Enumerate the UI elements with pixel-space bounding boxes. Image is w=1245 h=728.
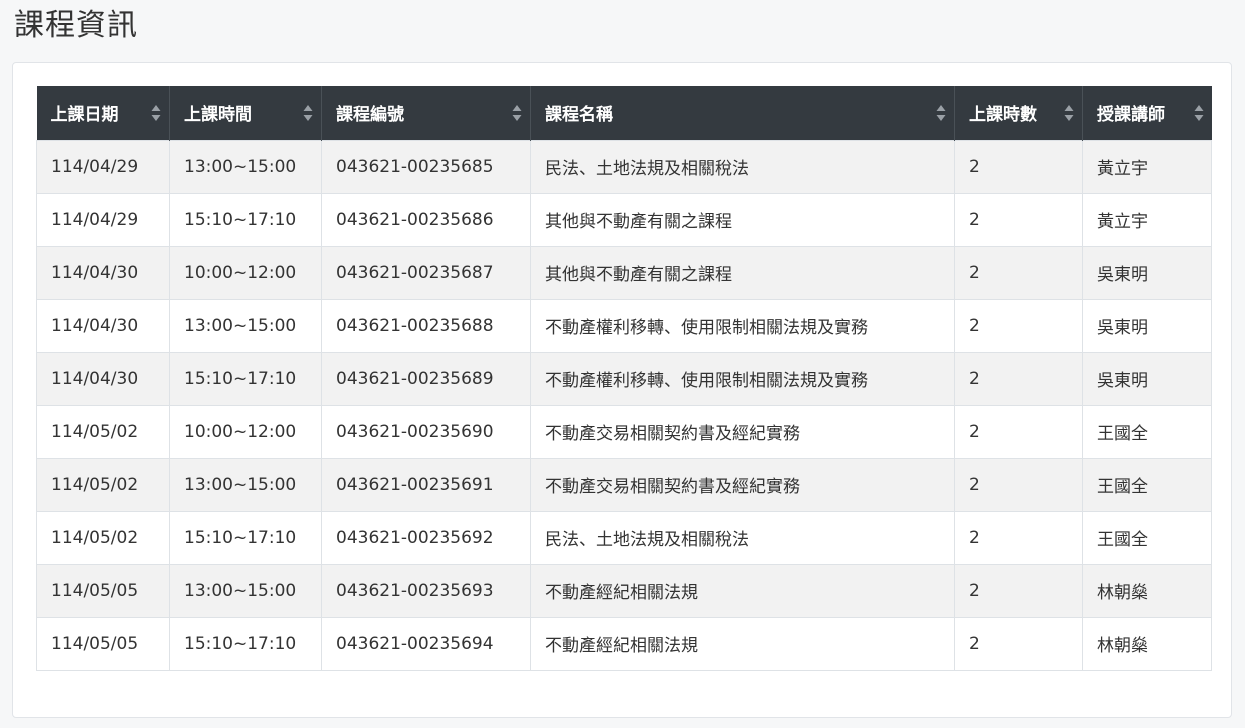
cell-date: 114/04/29 xyxy=(36,192,170,247)
cell-time: 15:10~17:10 xyxy=(169,351,322,406)
cell-course-name: 不動產經紀相關法規 xyxy=(530,616,955,671)
cell-hours: 2 xyxy=(954,351,1083,406)
column-header-label: 課程編號 xyxy=(336,105,404,126)
course-table: 上課日期 上課時間 課程編號 課程名稱 上課時數 授課講師 114/04/29 … xyxy=(36,86,1212,671)
cell-instructor: 王國全 xyxy=(1082,404,1212,459)
cell-course-id: 043621-00235688 xyxy=(321,298,531,353)
cell-course-id: 043621-00235689 xyxy=(321,351,531,406)
cell-course-name: 其他與不動產有關之課程 xyxy=(530,245,955,300)
table-row: 114/05/02 13:00~15:00 043621-00235691 不動… xyxy=(36,457,1212,512)
cell-hours: 2 xyxy=(954,563,1083,618)
cell-time: 10:00~12:00 xyxy=(169,404,322,459)
table-row: 114/04/29 15:10~17:10 043621-00235686 其他… xyxy=(36,192,1212,247)
cell-course-id: 043621-00235685 xyxy=(321,139,531,194)
column-header-time[interactable]: 上課時間 xyxy=(169,86,322,140)
table-row: 114/05/05 13:00~15:00 043621-00235693 不動… xyxy=(36,563,1212,618)
column-header-label: 上課時間 xyxy=(184,105,252,126)
sort-icon[interactable] xyxy=(1064,103,1074,123)
cell-date: 114/04/29 xyxy=(36,139,170,194)
cell-time: 13:00~15:00 xyxy=(169,457,322,512)
sort-icon[interactable] xyxy=(936,103,946,123)
cell-hours: 2 xyxy=(954,245,1083,300)
cell-time: 10:00~12:00 xyxy=(169,245,322,300)
cell-hours: 2 xyxy=(954,616,1083,671)
cell-instructor: 林朝燊 xyxy=(1082,563,1212,618)
sort-icon[interactable] xyxy=(151,103,161,123)
column-header-course-id[interactable]: 課程編號 xyxy=(321,86,531,140)
cell-date: 114/05/02 xyxy=(36,510,170,565)
cell-date: 114/05/05 xyxy=(36,563,170,618)
cell-instructor: 王國全 xyxy=(1082,457,1212,512)
cell-course-name: 不動產交易相關契約書及經紀實務 xyxy=(530,457,955,512)
cell-course-id: 043621-00235693 xyxy=(321,563,531,618)
cell-instructor: 吳東明 xyxy=(1082,351,1212,406)
cell-date: 114/05/02 xyxy=(36,457,170,512)
cell-course-id: 043621-00235687 xyxy=(321,245,531,300)
cell-time: 15:10~17:10 xyxy=(169,192,322,247)
page-title: 課程資訊 xyxy=(14,8,138,43)
cell-time: 13:00~15:00 xyxy=(169,563,322,618)
cell-course-name: 不動產交易相關契約書及經紀實務 xyxy=(530,404,955,459)
sort-icon[interactable] xyxy=(1194,103,1204,123)
cell-date: 114/04/30 xyxy=(36,298,170,353)
cell-course-id: 043621-00235692 xyxy=(321,510,531,565)
table-row: 114/05/05 15:10~17:10 043621-00235694 不動… xyxy=(36,616,1212,671)
table-row: 114/04/30 10:00~12:00 043621-00235687 其他… xyxy=(36,245,1212,300)
cell-time: 15:10~17:10 xyxy=(169,616,322,671)
cell-date: 114/04/30 xyxy=(36,351,170,406)
column-header-course-name[interactable]: 課程名稱 xyxy=(530,86,955,140)
table-header-row: 上課日期 上課時間 課程編號 課程名稱 上課時數 授課講師 xyxy=(36,86,1212,140)
column-header-label: 上課日期 xyxy=(50,105,119,126)
cell-course-name: 其他與不動產有關之課程 xyxy=(530,192,955,247)
column-header-label: 上課時數 xyxy=(969,105,1037,126)
cell-date: 114/05/02 xyxy=(36,404,170,459)
table-row: 114/04/30 15:10~17:10 043621-00235689 不動… xyxy=(36,351,1212,406)
column-header-label: 授課講師 xyxy=(1097,105,1165,126)
column-header-hours[interactable]: 上課時數 xyxy=(954,86,1083,140)
column-header-date[interactable]: 上課日期 xyxy=(36,86,170,140)
cell-instructor: 吳東明 xyxy=(1082,245,1212,300)
cell-course-id: 043621-00235690 xyxy=(321,404,531,459)
cell-course-name: 民法、土地法規及相關稅法 xyxy=(530,510,955,565)
cell-hours: 2 xyxy=(954,457,1083,512)
cell-course-id: 043621-00235691 xyxy=(321,457,531,512)
cell-course-name: 民法、土地法規及相關稅法 xyxy=(530,139,955,194)
sort-icon[interactable] xyxy=(303,103,313,123)
table-row: 114/04/29 13:00~15:00 043621-00235685 民法… xyxy=(36,139,1212,194)
cell-course-name: 不動產權利移轉、使用限制相關法規及實務 xyxy=(530,298,955,353)
cell-time: 13:00~15:00 xyxy=(169,139,322,194)
cell-hours: 2 xyxy=(954,404,1083,459)
table-row: 114/05/02 15:10~17:10 043621-00235692 民法… xyxy=(36,510,1212,565)
column-header-label: 課程名稱 xyxy=(545,105,613,126)
cell-date: 114/05/05 xyxy=(36,616,170,671)
sort-icon[interactable] xyxy=(512,103,522,123)
cell-instructor: 王國全 xyxy=(1082,510,1212,565)
cell-instructor: 黃立宇 xyxy=(1082,139,1212,194)
cell-date: 114/04/30 xyxy=(36,245,170,300)
cell-time: 15:10~17:10 xyxy=(169,510,322,565)
cell-instructor: 黃立宇 xyxy=(1082,192,1212,247)
cell-course-id: 043621-00235686 xyxy=(321,192,531,247)
cell-instructor: 吳東明 xyxy=(1082,298,1212,353)
column-header-instructor[interactable]: 授課講師 xyxy=(1082,86,1212,140)
cell-course-id: 043621-00235694 xyxy=(321,616,531,671)
cell-hours: 2 xyxy=(954,510,1083,565)
cell-hours: 2 xyxy=(954,192,1083,247)
cell-instructor: 林朝燊 xyxy=(1082,616,1212,671)
cell-hours: 2 xyxy=(954,139,1083,194)
course-info-card: 上課日期 上課時間 課程編號 課程名稱 上課時數 授課講師 114/04/29 … xyxy=(12,62,1232,718)
cell-hours: 2 xyxy=(954,298,1083,353)
table-row: 114/05/02 10:00~12:00 043621-00235690 不動… xyxy=(36,404,1212,459)
cell-time: 13:00~15:00 xyxy=(169,298,322,353)
table-row: 114/04/30 13:00~15:00 043621-00235688 不動… xyxy=(36,298,1212,353)
cell-course-name: 不動產經紀相關法規 xyxy=(530,563,955,618)
cell-course-name: 不動產權利移轉、使用限制相關法規及實務 xyxy=(530,351,955,406)
